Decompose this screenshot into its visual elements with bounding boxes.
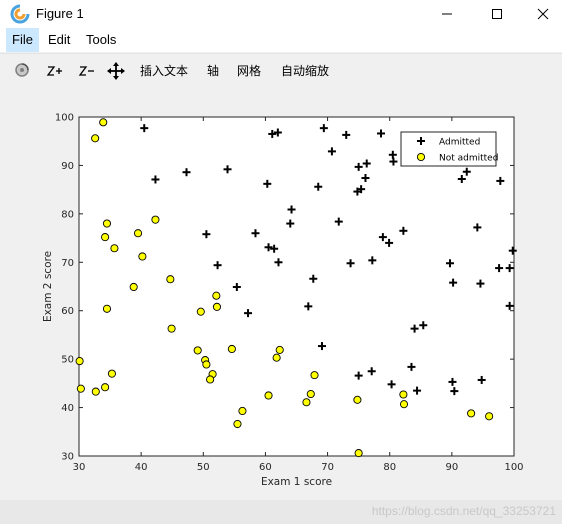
status-bar: https://blog.csdn.net/qq_33253721	[0, 500, 562, 524]
not-admitted-point	[76, 384, 85, 393]
menu-file[interactable]: File	[6, 28, 39, 52]
not-admitted-point	[272, 353, 281, 362]
pan-move-icon	[107, 62, 125, 80]
x-tick-label: 90	[445, 462, 458, 473]
y-tick-label: 30	[61, 452, 74, 463]
figure-canvas[interactable]: 30 40 50 60 70 80 90 100 30 40 50 60 70 80 90 100 Exam 1…	[0, 88, 562, 500]
y-tick-label: 70	[61, 258, 74, 269]
maximize-icon	[492, 9, 502, 19]
menu-file-label: File	[12, 32, 33, 47]
x-tick-label: 50	[197, 462, 210, 473]
not-admitted-point	[302, 398, 311, 407]
not-admitted-point	[101, 233, 110, 242]
legend-admitted-label: Admitted	[439, 138, 480, 148]
not-admitted-point	[399, 390, 408, 399]
autoscale-button[interactable]: 自动缩放	[281, 61, 329, 81]
x-axis-label: Exam 1 score	[261, 476, 332, 488]
zoom-out-button[interactable]	[78, 61, 96, 81]
rotate-button[interactable]	[12, 60, 32, 80]
not-admitted-point	[110, 244, 119, 253]
not-admitted-point	[151, 215, 160, 224]
not-admitted-point	[353, 395, 362, 404]
menu-tools-label: Tools	[86, 32, 117, 47]
title-bar: Figure 1	[0, 0, 562, 28]
x-tick-label: 100	[504, 462, 523, 473]
close-icon	[537, 8, 549, 20]
legend-not-admitted-label: Not admitted	[439, 154, 498, 164]
not-admitted-point	[227, 344, 236, 354]
y-tick-label: 50	[61, 355, 74, 366]
close-button[interactable]	[520, 0, 562, 28]
minimize-icon	[442, 13, 452, 15]
watermark-text: https://blog.csdn.net/qq_33253721	[371, 504, 556, 518]
matlab-figure-icon	[10, 4, 30, 24]
not-admitted-point	[91, 387, 100, 396]
x-tick-label: 70	[321, 462, 334, 473]
not-admitted-point	[193, 346, 202, 355]
not-admitted-point	[264, 391, 273, 400]
minimize-button[interactable]	[424, 0, 470, 28]
maximize-button[interactable]	[474, 0, 520, 28]
y-tick-label: 80	[61, 209, 74, 220]
not-admitted-point	[212, 302, 222, 311]
rotate-icon	[15, 63, 29, 77]
zoom-in-button[interactable]	[46, 61, 64, 81]
not-admitted-point	[167, 324, 176, 333]
y-axis-label: Exam 2 score	[42, 251, 54, 322]
not-admitted-point	[102, 304, 112, 313]
not-admitted-point	[202, 360, 211, 369]
menu-edit-label: Edit	[48, 32, 71, 47]
menu-bar: File Edit Tools	[0, 28, 562, 52]
not-admitted-point	[138, 252, 147, 261]
not-admitted-point	[354, 449, 363, 458]
not-admitted-point	[212, 291, 221, 300]
zoom-in-icon	[46, 66, 62, 76]
insert-text-button[interactable]: 插入文本	[140, 61, 188, 81]
not-admitted-point	[467, 409, 476, 418]
not-admitted-point	[306, 389, 315, 399]
plot-area	[78, 116, 515, 457]
not-admitted-point	[399, 400, 409, 409]
not-admitted-point	[101, 383, 110, 392]
legend-not-admitted-marker	[416, 152, 426, 162]
not-admitted-point	[129, 282, 138, 292]
not-admitted-point	[166, 275, 175, 284]
not-admitted-point	[99, 118, 108, 127]
y-tick-label: 100	[55, 113, 74, 124]
not-admitted-point	[485, 412, 494, 421]
not-admitted-point	[238, 406, 247, 416]
not-admitted-point	[107, 369, 116, 378]
y-tick-label: 90	[61, 161, 74, 172]
x-tick-label: 60	[259, 462, 272, 473]
not-admitted-point	[133, 229, 143, 238]
x-tick-label: 80	[383, 462, 396, 473]
figure-window: Figure 1 File Edit Tools 插入文本 轴 网格 自动缩放 …	[0, 0, 562, 524]
axis-button[interactable]: 轴	[207, 61, 219, 81]
y-tick-label: 40	[61, 403, 74, 414]
not-admitted-point	[233, 419, 242, 429]
x-tick-label: 40	[135, 462, 148, 473]
not-admitted-point	[102, 219, 112, 228]
y-tick-label: 60	[61, 306, 74, 317]
not-admitted-point	[206, 375, 215, 384]
window-title: Figure 1	[36, 6, 84, 21]
grid-button[interactable]: 网格	[237, 61, 261, 81]
pan-button[interactable]	[106, 61, 126, 81]
menu-tools[interactable]: Tools	[80, 28, 122, 52]
not-admitted-point	[75, 357, 84, 366]
x-tick-label: 30	[73, 462, 86, 473]
not-admitted-point	[275, 345, 284, 354]
scatter-chart: 30 40 50 60 70 80 90 100 30 40 50 60 70 80 90 100 Exam 1…	[42, 113, 524, 489]
not-admitted-point	[196, 307, 205, 316]
not-admitted-point	[310, 371, 319, 380]
menu-edit[interactable]: Edit	[42, 28, 76, 52]
not-admitted-point	[91, 134, 100, 143]
figure-toolbar: 插入文本 轴 网格 自动缩放	[0, 53, 562, 88]
zoom-out-icon	[78, 66, 94, 76]
